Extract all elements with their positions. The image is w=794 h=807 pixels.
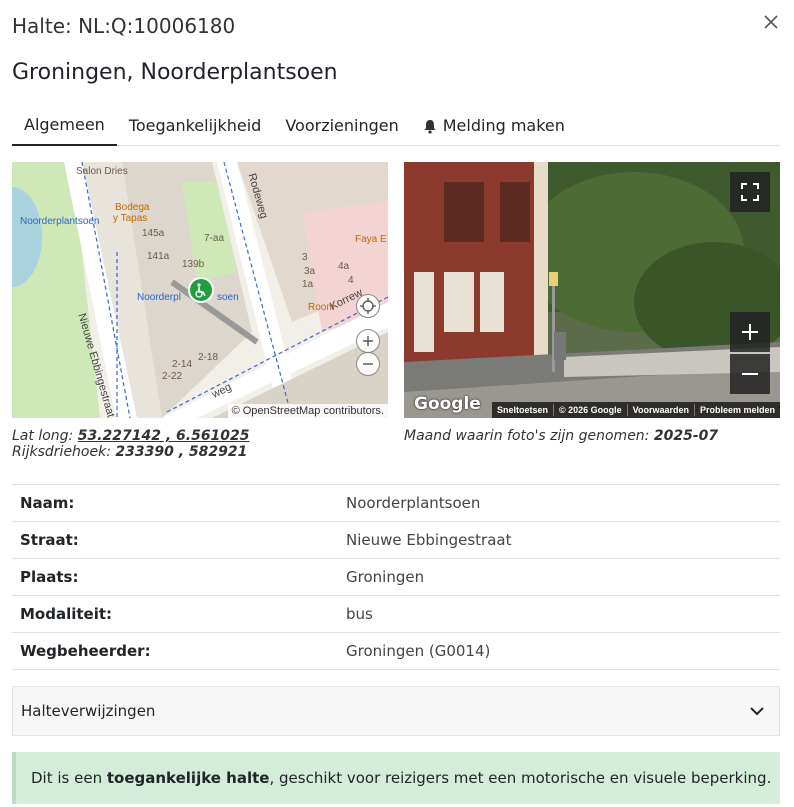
chevron-down-icon xyxy=(750,707,764,716)
alert-text-bold: toegankelijke halte xyxy=(106,769,270,787)
report-problem-link[interactable]: Probleem melden xyxy=(693,404,780,416)
map-label-3: 3 xyxy=(302,252,308,263)
minus-icon xyxy=(742,373,758,375)
bell-icon xyxy=(424,119,436,134)
coordinates: Lat long: 53.227142 , 6.561025 Rijksdrie… xyxy=(12,428,250,460)
map-attribution: © OpenStreetMap contributors. xyxy=(227,404,388,418)
close-button[interactable] xyxy=(758,10,784,36)
crosshair-icon xyxy=(360,298,376,314)
streetview-zoom-in-button[interactable] xyxy=(730,312,770,352)
plus-icon xyxy=(742,324,758,340)
accordion-label: Halteverwijzingen xyxy=(21,702,156,720)
map-label-145a: 145a xyxy=(142,228,165,239)
copyright-text: © 2026 Google xyxy=(552,404,627,416)
street-view-image xyxy=(404,162,780,418)
bus-stop-marker[interactable] xyxy=(188,277,214,303)
map-label-222: 2-22 xyxy=(162,371,183,382)
map-label-bodega-2: y Tapas xyxy=(113,213,148,224)
map-label-4: 4 xyxy=(348,275,354,286)
shortcuts-link[interactable]: Sneltoetsen xyxy=(492,404,553,416)
latlong-link[interactable]: 53.227142 , 6.561025 xyxy=(78,428,250,444)
table-row: Naam: Noorderplantsoen xyxy=(12,484,780,522)
tab-label: Algemeen xyxy=(24,115,105,134)
map-label-room: Room xyxy=(308,302,335,313)
halteverwijzingen-accordion[interactable]: Halteverwijzingen xyxy=(12,686,780,736)
map-label-stop-center-tail: soen xyxy=(217,292,239,303)
map-label-stop-top: Noorderplantsoen xyxy=(20,216,100,227)
google-logo: Google xyxy=(414,394,481,414)
minus-icon xyxy=(363,363,373,365)
map-label-faya: Faya E xyxy=(355,234,387,245)
map-label-218: 2-18 xyxy=(198,352,219,363)
terms-link[interactable]: Voorwaarden xyxy=(626,404,694,416)
map-label-139b: 139b xyxy=(182,259,205,270)
zoom-in-button[interactable] xyxy=(356,329,380,353)
streetview-zoom-out-button[interactable] xyxy=(730,354,770,394)
accessible-bus-icon xyxy=(195,283,206,298)
streetview-footer: Sneltoetsen © 2026 Google Voorwaarden Pr… xyxy=(491,402,780,418)
rd-value: 233390 , 582921 xyxy=(115,444,248,460)
info-value: Nieuwe Ebbingestraat xyxy=(346,531,512,549)
info-key: Modaliteit: xyxy=(20,605,113,623)
map-label-salon: Salon Dries xyxy=(76,166,128,177)
photo-month: Maand waarin foto's zijn genomen: 2025-0… xyxy=(404,428,718,444)
photo-month-value: 2025-07 xyxy=(653,428,719,444)
tab-label: Toegankelijkheid xyxy=(128,116,262,135)
zoom-out-button[interactable] xyxy=(356,352,380,376)
tab-voorzieningen[interactable]: Voorzieningen xyxy=(273,106,410,146)
table-row: Plaats: Groningen xyxy=(12,558,780,596)
table-row: Modaliteit: bus xyxy=(12,595,780,633)
info-value: Groningen (G0014) xyxy=(346,642,491,660)
info-key: Naam: xyxy=(20,494,75,512)
map-label-3a: 3a xyxy=(304,266,316,277)
tab-toegankelijkheid[interactable]: Toegankelijkheid xyxy=(117,106,274,146)
tab-label: Voorzieningen xyxy=(285,116,399,135)
modal-title: Halte: NL:Q:10006180 xyxy=(12,14,236,38)
map-label-bodega: Bodega xyxy=(115,202,150,213)
map-label-141a: 141a xyxy=(147,251,170,262)
info-value: Noorderplantsoen xyxy=(346,494,481,512)
map[interactable]: Salon Dries Bodega y Tapas Noorderplants… xyxy=(12,162,388,418)
tab-label: Melding maken xyxy=(442,116,565,135)
map-label-4a: 4a xyxy=(338,261,350,272)
map-label-1a: 1a xyxy=(302,279,314,290)
info-key: Straat: xyxy=(20,531,79,549)
fullscreen-icon xyxy=(741,183,759,201)
alert-text-post: , geschikt voor reizigers met een motori… xyxy=(269,769,772,787)
tab-algemeen[interactable]: Algemeen xyxy=(12,106,117,146)
tab-bar: Algemeen Toegankelijkheid Voorzieningen … xyxy=(12,106,780,146)
map-label-7aa: 7-aa xyxy=(204,233,225,244)
locate-button[interactable] xyxy=(356,294,380,318)
map-label-stop-center: Noorderpl xyxy=(137,292,181,303)
fullscreen-button[interactable] xyxy=(730,172,770,212)
stop-name: Groningen, Noorderplantsoen xyxy=(12,60,338,85)
close-icon xyxy=(764,14,778,29)
photo-month-label: Maand waarin foto's zijn genomen: xyxy=(404,428,650,444)
rd-label: Rijksdriehoek: xyxy=(12,444,111,460)
plus-icon xyxy=(363,336,373,346)
table-row: Straat: Nieuwe Ebbingestraat xyxy=(12,521,780,559)
table-row: Wegbeheerder: Groningen (G0014) xyxy=(12,632,780,670)
info-value: bus xyxy=(346,605,373,623)
street-view[interactable]: Google Sneltoetsen © 2026 Google Voorwaa… xyxy=(404,162,780,418)
map-label-214: 2-14 xyxy=(172,359,193,370)
info-value: Groningen xyxy=(346,568,425,586)
latlong-label: Lat long: xyxy=(12,428,74,444)
accessibility-alert: Dit is een toegankelijke halte, geschikt… xyxy=(12,752,780,804)
info-key: Plaats: xyxy=(20,568,79,586)
tab-melding-maken[interactable]: Melding maken xyxy=(411,106,577,146)
info-table: Naam: Noorderplantsoen Straat: Nieuwe Ebbi… xyxy=(12,484,780,670)
alert-text-pre: Dit is een xyxy=(31,769,107,787)
info-key: Wegbeheerder: xyxy=(20,642,151,660)
alert-text: Dit is een toegankelijke halte, geschikt… xyxy=(31,769,771,787)
